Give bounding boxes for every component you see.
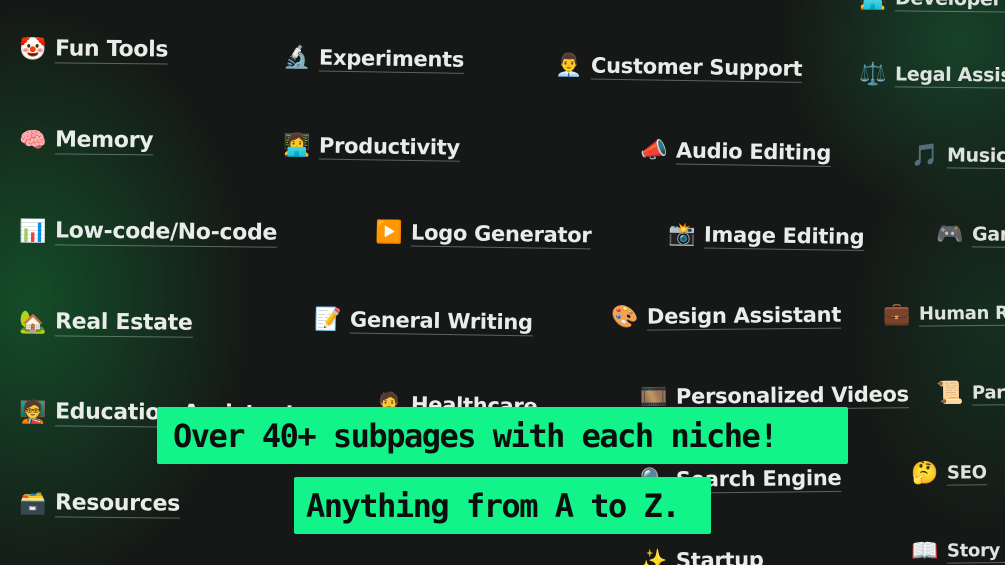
megaphone-icon: 📣 [640, 137, 668, 164]
category-label: Legal Assistant [894, 63, 1005, 90]
house-with-garden-icon: 🏡 [19, 309, 47, 335]
category-general-writing[interactable]: 📝 General Writing [314, 306, 533, 337]
subheadline-banner: Anything from A to Z. [294, 477, 711, 534]
palette-icon: 🎨 [611, 304, 639, 331]
category-label: Paraphrasing [971, 380, 1005, 406]
category-customer-support[interactable]: 👨‍💼 Customer Support [555, 52, 803, 83]
category-seo[interactable]: 🤔 SEO [911, 460, 987, 487]
subheadline-text: Anything from A to Z. [306, 486, 681, 525]
headline-text: Over 40+ subpages with each niche! [173, 416, 779, 455]
category-label: Resources [54, 490, 181, 519]
category-label: Human Resources [918, 301, 1005, 327]
category-label: Real Estate [54, 309, 193, 338]
play-button-icon: ▶️ [375, 219, 403, 246]
balance-scale-icon: ⚖️ [859, 61, 887, 88]
category-paraphrasing[interactable]: 📜 Paraphrasing [936, 379, 1005, 407]
category-audio-editing[interactable]: 📣 Audio Editing [640, 137, 832, 167]
category-human-resources[interactable]: 💼 Human Resources [883, 300, 1005, 328]
person-at-laptop-icon: 👩‍💻 [283, 132, 311, 159]
brain-icon: 🧠 [19, 127, 47, 153]
category-gaming[interactable]: 🎮 Gaming [936, 221, 1005, 249]
category-design-assistant[interactable]: 🎨 Design Assistant [611, 302, 842, 331]
headline-banner: Over 40+ subpages with each niche! [157, 407, 848, 464]
category-image-editing[interactable]: 📸 Image Editing [668, 221, 865, 252]
category-label: Low-code/No-code [54, 218, 278, 248]
support-person-icon: 👨‍💼 [555, 52, 583, 79]
category-label: SEO [946, 461, 987, 486]
briefcase-icon: 💼 [883, 301, 911, 328]
category-label: Gaming [971, 223, 1005, 249]
category-experiments[interactable]: 🔬 Experiments [283, 44, 465, 74]
category-resources[interactable]: 🗃️ Resources [19, 490, 181, 519]
category-label: Music [946, 144, 1005, 169]
category-label: Image Editing [703, 222, 865, 252]
category-label: Developer Tools [894, 0, 1005, 14]
open-book-icon: 📖 [911, 538, 939, 565]
clown-face-icon: 🤡 [19, 36, 47, 62]
category-memory[interactable]: 🧠 Memory [19, 127, 154, 156]
bar-chart-icon: 📊 [19, 218, 47, 244]
category-label: Audio Editing [675, 138, 832, 167]
microscope-icon: 🔬 [283, 44, 311, 71]
category-label: Logo Generator [410, 220, 592, 250]
category-label: Memory [54, 127, 154, 156]
category-legal-assistant[interactable]: ⚖️ Legal Assistant [859, 61, 1005, 90]
game-controller-icon: 🎮 [936, 221, 964, 248]
category-fun-tools[interactable]: 🤡 Fun Tools [19, 36, 169, 65]
category-startup[interactable]: ✨ Startup [640, 547, 764, 565]
scroll-icon: 📜 [936, 380, 964, 407]
category-label: Experiments [318, 45, 465, 74]
category-label: Fun Tools [54, 36, 169, 65]
category-music[interactable]: 🎵 Music [911, 142, 1005, 170]
musical-notes-icon: 🎵 [911, 142, 939, 169]
category-label: Productivity [318, 133, 461, 162]
category-low-code-no-code[interactable]: 📊 Low-code/No-code [19, 218, 278, 248]
file-box-icon: 🗃️ [19, 490, 47, 516]
category-productivity[interactable]: 👩‍💻 Productivity [283, 132, 461, 162]
category-label: Design Assistant [646, 302, 842, 331]
memo-icon: 📝 [314, 306, 342, 333]
developer-icon: 🧑‍💻 [859, 0, 887, 12]
category-real-estate[interactable]: 🏡 Real Estate [19, 309, 193, 338]
category-developer-tools[interactable]: 🧑‍💻 Developer Tools [859, 0, 1005, 14]
category-label: Customer Support [590, 53, 803, 83]
teacher-icon: 🧑‍🏫 [19, 399, 47, 425]
category-label: Story Teller [946, 538, 1005, 564]
camera-flash-icon: 📸 [668, 221, 696, 248]
category-story-teller[interactable]: 📖 Story Teller [911, 537, 1005, 565]
category-label: Startup [675, 547, 764, 565]
category-logo-generator[interactable]: ▶️ Logo Generator [375, 219, 592, 250]
sparkle-icon: ✨ [640, 548, 668, 565]
category-canvas: 🤡 Fun Tools 🧠 Memory 📊 Low-code/No-code … [0, 0, 1005, 565]
category-label: General Writing [349, 307, 533, 337]
thinking-face-icon: 🤔 [911, 460, 939, 487]
